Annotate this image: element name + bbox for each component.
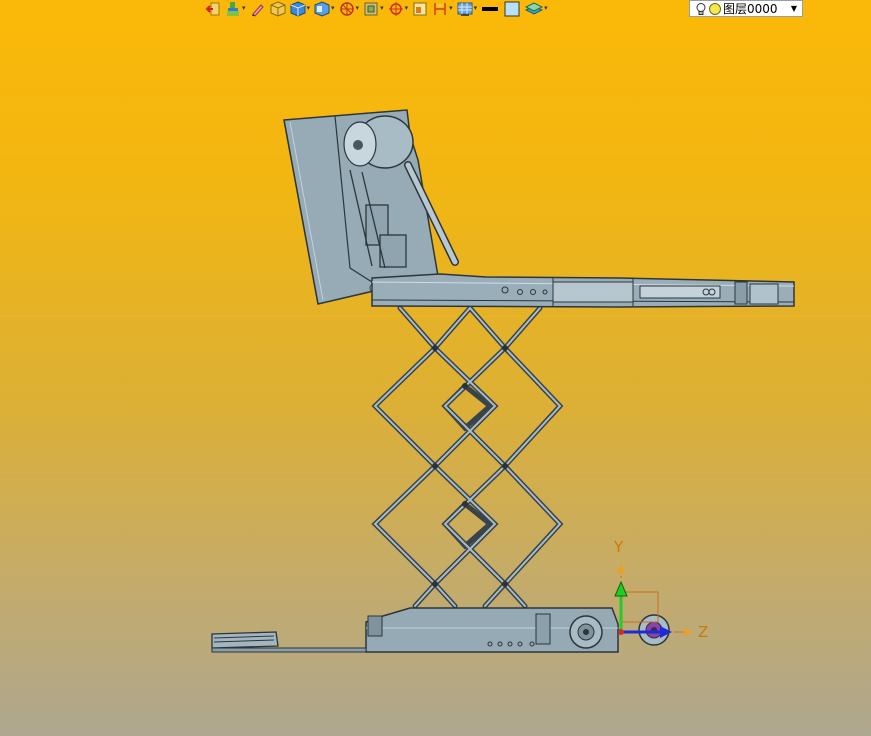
chevron-down-icon: ▾	[242, 4, 246, 12]
display-grid-button[interactable]: ▾	[457, 1, 478, 17]
cube-view-button[interactable]: ▾	[290, 0, 311, 17]
layer-select-value: 图层0000	[723, 2, 778, 16]
chevron-down-icon: ▾	[355, 4, 360, 12]
shaded-cube-button[interactable]	[270, 0, 286, 17]
page-view-button[interactable]	[412, 1, 428, 17]
triad-y-label: Y	[613, 538, 624, 556]
shaded-cube-icon	[270, 0, 286, 17]
chevron-down-icon: ▼	[790, 4, 797, 13]
chevron-down-icon: ▾	[404, 4, 409, 12]
snap-target-icon	[388, 1, 403, 16]
view-box-button[interactable]: ▾	[363, 1, 384, 17]
scissor-arms	[371, 305, 564, 609]
layer-stack-button[interactable]: ▾	[525, 1, 548, 17]
chevron-down-icon: ▾	[473, 4, 478, 12]
cad-viewport[interactable]: Y Z	[0, 17, 871, 736]
section-cube-icon	[314, 0, 330, 17]
pencil-icon	[251, 3, 264, 17]
exit-sketch-button[interactable]	[205, 1, 221, 17]
section-cube-button[interactable]: ▾	[314, 0, 335, 17]
pencil-button[interactable]	[250, 1, 266, 17]
exit-sketch-icon	[205, 2, 220, 15]
cube-view-icon	[290, 0, 306, 17]
layer-color-icon	[709, 2, 721, 15]
chevron-down-icon: ▾	[544, 4, 548, 12]
view-box-icon	[364, 2, 378, 15]
lightbulb-icon	[696, 2, 706, 15]
triad-z-label: Z	[698, 623, 708, 641]
line-color-button[interactable]	[481, 1, 499, 17]
dimension-icon	[434, 2, 446, 15]
line-color-icon	[482, 6, 499, 11]
scissor-arm-highlights	[373, 307, 562, 607]
paint-brush-button[interactable]: ▾	[225, 1, 246, 17]
dimension-button[interactable]: ▾	[432, 1, 453, 17]
page-view-icon	[413, 2, 427, 15]
layer-stack-icon	[525, 1, 544, 15]
layer-select[interactable]: 图层0000 ▼	[689, 0, 803, 17]
fill-color-button[interactable]	[503, 1, 521, 17]
chevron-down-icon: ▾	[331, 4, 335, 12]
chevron-down-icon: ▾	[306, 4, 311, 12]
chevron-down-icon: ▾	[380, 4, 384, 12]
top-platform	[371, 273, 795, 308]
paint-brush-icon	[227, 1, 239, 16]
display-grid-icon	[457, 2, 473, 16]
fill-color-icon	[504, 1, 520, 16]
wcs-orient-icon	[339, 1, 354, 16]
chevron-down-icon: ▾	[449, 4, 453, 12]
snap-target-button[interactable]: ▾	[388, 1, 409, 17]
base-frame	[211, 607, 670, 653]
wcs-orient-button[interactable]: ▾	[339, 1, 360, 17]
scissor-lift-model	[211, 109, 795, 653]
